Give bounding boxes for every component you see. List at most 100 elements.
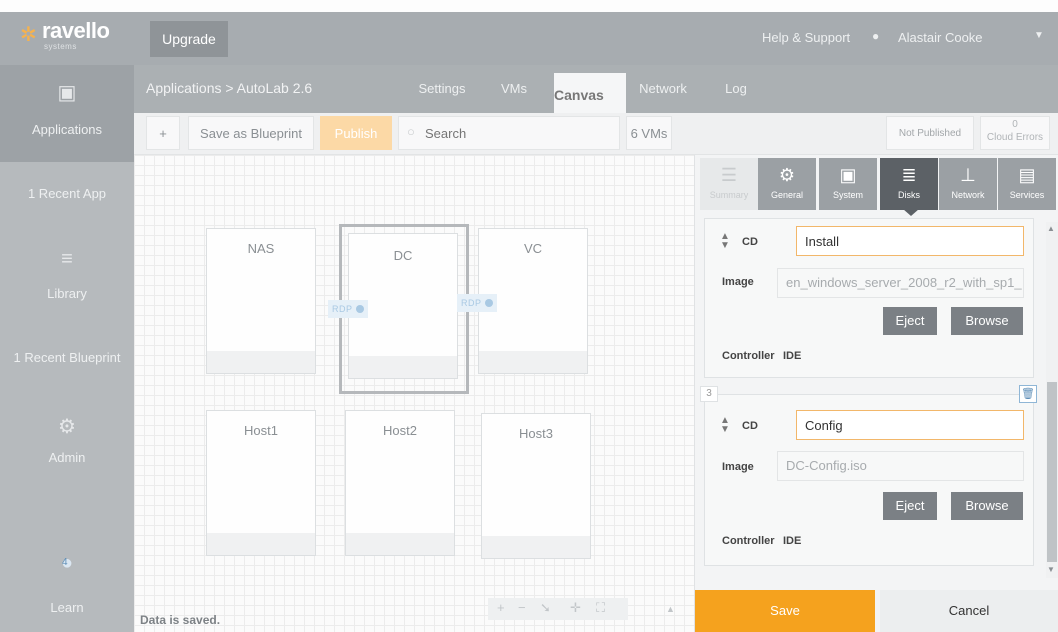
image-label: Image [722,276,754,288]
active-tab-caret [903,209,919,216]
panel-tab-network[interactable]: ⊥ Network [939,158,997,210]
controller-label: Controller [722,350,775,362]
upgrade-button[interactable]: Upgrade [150,21,228,57]
ravello-logo[interactable]: ✲ ravello systems [20,18,130,52]
services-icon: ▤ [1018,165,1036,185]
scroll-down-icon[interactable]: ▼ [1047,565,1055,574]
vm-card-host3[interactable]: Host3 [481,413,591,559]
network-icon: ⊥ [960,165,976,185]
panel-tab-disks[interactable]: ≣ Disks [880,158,938,210]
panel-scrollbar-thumb[interactable] [1047,382,1057,562]
disk-type: CD [742,236,758,248]
save-as-blueprint-button[interactable]: Save as Blueprint [188,116,314,150]
vm-footer [349,356,457,378]
fit-screen-icon[interactable]: ⛶ [596,600,605,616]
sidebar-item-learn[interactable]: Learn [0,600,134,615]
disk-name-field[interactable] [796,226,1024,256]
vm-card-nas[interactable]: NAS [206,228,316,374]
reorder-arrows-icon[interactable]: ▲ ▼ [720,232,730,251]
panel-tab-system[interactable]: ▣ System [819,158,877,210]
rdp-service-tag[interactable]: RDP [328,300,368,318]
vm-name: NAS [247,241,275,256]
vm-name: Host2 [383,423,417,438]
panel-tab-label: Services [1009,190,1045,200]
controller-value: IDE [783,535,802,547]
sidebar-item-recent-app[interactable]: 1 Recent App [0,186,134,201]
disk-name-field[interactable] [796,410,1024,440]
browse-button[interactable]: Browse [951,492,1023,520]
tab-canvas[interactable]: Canvas [554,73,626,113]
sidebar-item-applications-label: Applications [31,122,103,137]
pan-icon[interactable]: ✛ [570,600,581,616]
rdp-dot-icon [484,299,493,307]
sidebar-item-admin[interactable]: Admin [0,450,134,465]
panel-tab-label: Summary [709,190,749,200]
controller-value: IDE [783,350,802,362]
pointer-icon[interactable]: ➘ [540,600,551,616]
summary-icon: ☰ [720,165,738,185]
reorder-arrows-icon[interactable]: ▲ ▼ [720,416,730,435]
vm-name: DC [393,248,413,263]
help-support-link[interactable]: Help & Support [762,30,850,45]
disk-image-field[interactable]: DC-Config.iso [777,451,1024,481]
chip-icon: ▣ [839,165,857,185]
panel-tab-label: Disks [898,190,920,200]
applications-icon: ▣ [57,82,77,104]
vm-card-host1[interactable]: Host1 [206,410,316,556]
top-margin [0,0,1058,12]
zoom-in-icon[interactable]: + [497,600,505,615]
cloud-errors-count: 0 [1012,119,1018,130]
rdp-label: RDP [332,304,353,314]
search-input[interactable] [398,116,620,150]
save-status: Data is saved. [140,613,221,627]
vm-footer [207,351,315,373]
library-icon: ≡ [61,248,73,270]
zoom-out-icon[interactable]: − [518,600,526,615]
disk-type: CD [742,420,758,432]
vm-footer [482,536,590,558]
panel-tab-summary[interactable]: ☰ Summary [700,158,758,210]
database-icon: ≣ [901,165,917,185]
vm-name: Host1 [244,423,278,438]
panel-tab-general[interactable]: ⚙ General [758,158,816,210]
sidebar-item-library[interactable]: Library [0,286,134,301]
sidebar-item-recent-blueprint[interactable]: 1 Recent Blueprint [0,350,134,365]
vm-name: VC [523,241,543,256]
save-button[interactable]: Save [695,590,875,632]
scroll-up-icon[interactable]: ▲ [1047,224,1055,233]
chevron-down-icon[interactable]: ▼ [1034,30,1044,41]
tab-log[interactable]: Log [714,65,758,113]
tab-settings[interactable]: Settings [402,65,482,113]
publish-button[interactable]: Publish [320,116,392,150]
tab-network[interactable]: Network [628,65,698,113]
tab-vms[interactable]: VMs [488,65,540,113]
rdp-label: RDP [461,298,482,308]
vm-footer [346,533,454,555]
add-button[interactable]: + [146,116,180,150]
user-menu[interactable]: Alastair Cooke [898,30,983,45]
vm-name: Host3 [519,426,553,441]
cloud-errors-button[interactable]: 0 Cloud Errors [980,116,1050,150]
user-icon: ● [872,29,880,43]
panel-tab-label: General [770,190,804,200]
rdp-dot-icon [355,305,364,313]
browse-button[interactable]: Browse [951,307,1023,335]
learn-badge: 4 [62,557,68,568]
cloud-errors-label: Cloud Errors [986,132,1044,143]
breadcrumb[interactable]: Applications > AutoLab 2.6 [146,80,312,96]
trash-icon[interactable]: 🗑 [1019,385,1037,403]
vm-card-host2[interactable]: Host2 [345,410,455,556]
eject-button[interactable]: Eject [883,492,937,520]
rdp-service-tag[interactable]: RDP [457,294,497,312]
cancel-button[interactable]: Cancel [880,590,1058,632]
disk-image-field[interactable]: en_windows_server_2008_r2_with_sp1_ [777,268,1024,298]
vm-footer [479,351,587,373]
eject-button[interactable]: Eject [883,307,937,335]
ravello-logo-icon: ✲ [20,24,37,46]
panel-tab-label: Network [951,190,985,200]
disk-index: 3 [700,386,718,402]
collapse-up-icon[interactable]: ▲ [666,604,675,614]
panel-tab-services[interactable]: ▤ Services [998,158,1056,210]
vm-count: 6 VMs [626,116,672,150]
gears-icon: ⚙ [778,165,796,185]
